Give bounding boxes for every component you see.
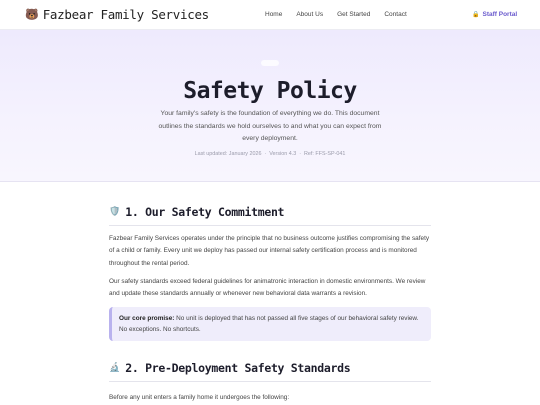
nav-link-contact[interactable]: Contact [384, 10, 406, 19]
section-title: 2. Pre-Deployment Safety Standards [125, 361, 351, 375]
callout-label: Our core promise: [119, 315, 175, 323]
section-divider [109, 225, 431, 226]
document-meta: Last updated: January 2026 · Version 4.3 · R… [0, 150, 540, 158]
meta-separator: · [299, 151, 302, 157]
hero-badge [261, 60, 279, 66]
document-version: Version 4.3 [269, 151, 297, 157]
lock-icon: 🔒 [472, 12, 480, 18]
page-title: Safety Policy [183, 78, 357, 104]
brand-name: Fazbear Family Services [42, 7, 210, 22]
staff-portal-link[interactable]: 🔒 Staff Portal [472, 10, 517, 20]
brand-logo[interactable]: 🐻 Fazbear Family Services [25, 7, 209, 23]
meta-separator: · [264, 151, 267, 157]
last-updated: Last updated: January 2026 [194, 151, 262, 157]
microscope-icon: 🔬 [109, 363, 121, 373]
nav-link-about-us[interactable]: About Us [296, 10, 323, 19]
section-paragraph: Our safety standards exceed federal guid… [109, 277, 426, 298]
nav-link-home[interactable]: Home [265, 10, 282, 19]
section-paragraph: Before any unit enters a family home it … [109, 394, 290, 401]
section-heading: 🔬 2. Pre-Deployment Safety Standards [109, 361, 431, 375]
core-promise-callout: Our core promise: No unit is deployed th… [109, 307, 431, 342]
bear-icon: 🐻 [25, 8, 39, 21]
document-ref: Ref: FFS-SP-041 [304, 151, 346, 157]
nav-links: Home About Us Get Started Contact [265, 10, 421, 19]
shield-icon: 🛡️ [109, 207, 121, 217]
section-pre-deployment: 🔬 2. Pre-Deployment Safety Standards Bef… [109, 361, 431, 404]
section-divider [109, 381, 431, 382]
section-paragraph: Fazbear Family Services operates under t… [109, 235, 430, 267]
section-safety-commitment: 🛡️ 1. Our Safety Commitment Fazbear Fami… [109, 205, 431, 342]
hero-banner: Safety Policy Your family's safety is th… [0, 30, 540, 182]
top-navbar: 🐻 Fazbear Family Services Home About Us … [0, 0, 540, 30]
section-title: 1. Our Safety Commitment [125, 205, 285, 219]
hero-subtitle: Your family's safety is the foundation o… [158, 110, 382, 142]
staff-portal-label: Staff Portal [482, 11, 518, 18]
section-heading: 🛡️ 1. Our Safety Commitment [109, 205, 431, 219]
nav-link-get-started[interactable]: Get Started [337, 10, 370, 19]
